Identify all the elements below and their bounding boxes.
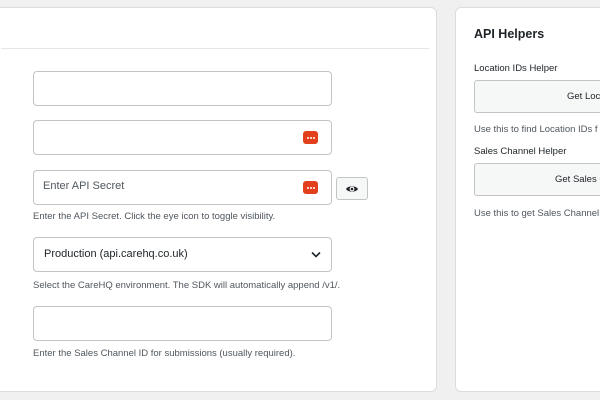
get-location-ids-label: Get Loca [567, 91, 600, 102]
api-secret-input[interactable]: Enter API Secret [33, 170, 332, 205]
get-location-ids-button[interactable]: Get Loca [474, 80, 600, 113]
password-manager-icon[interactable] [303, 181, 318, 194]
toggle-visibility-button[interactable] [336, 177, 368, 200]
sales-channel-helper-hint: Use this to get Sales Channel [474, 208, 600, 219]
location-helper-label: Location IDs Helper [474, 63, 558, 74]
sales-channel-helper-label: Sales Channel Helper [474, 146, 567, 157]
api-helpers-title: API Helpers [474, 27, 545, 41]
api-secret-placeholder: Enter API Secret [43, 180, 125, 192]
eye-icon [346, 185, 358, 192]
sales-channel-id-input[interactable] [33, 306, 332, 341]
card-header-divider [1, 48, 429, 49]
api-helpers-card: API Helpers Location IDs Helper Get Loca… [455, 7, 600, 392]
chevron-down-icon [311, 251, 321, 258]
environment-hint: Select the CareHQ environment. The SDK w… [33, 280, 341, 291]
api-field-1-input[interactable] [33, 71, 332, 106]
get-sales-channels-button[interactable]: Get Sales C [474, 163, 600, 196]
environment-selected-value: Production (api.carehq.co.uk) [44, 248, 188, 260]
get-sales-channels-label: Get Sales C [555, 174, 600, 185]
sales-channel-hint: Enter the Sales Channel ID for submissio… [33, 348, 296, 359]
api-secret-hint: Enter the API Secret. Click the eye icon… [33, 211, 276, 222]
environment-select[interactable]: Production (api.carehq.co.uk) [33, 237, 332, 272]
api-key-input[interactable] [33, 120, 332, 155]
location-helper-hint: Use this to find Location IDs f [474, 124, 598, 135]
password-manager-icon[interactable] [303, 131, 318, 144]
